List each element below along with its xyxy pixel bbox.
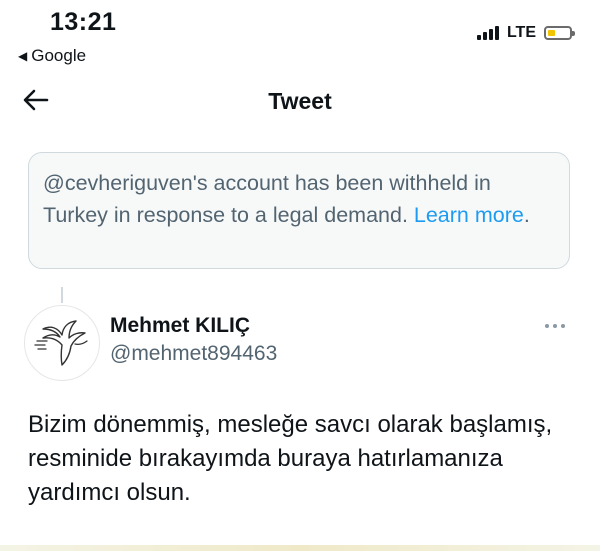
page-header: Tweet xyxy=(0,78,600,126)
back-to-app-button[interactable]: ◀ Google xyxy=(18,46,86,66)
page-title: Tweet xyxy=(268,88,332,114)
learn-more-link[interactable]: Learn more xyxy=(414,203,524,227)
tweet-text: Bizim dönemmiş, mesleğe savcı olarak baş… xyxy=(28,411,553,506)
more-dot xyxy=(545,324,549,328)
status-bar: 13:21 ◀ Google LTE xyxy=(0,0,600,70)
more-dot xyxy=(553,324,557,328)
notice-period: . xyxy=(523,203,530,227)
more-dot xyxy=(561,324,565,328)
withheld-notice: @cevheriguven's account has been withhel… xyxy=(28,152,570,269)
status-time: 13:21 xyxy=(50,8,117,36)
avatar[interactable] xyxy=(24,305,100,381)
back-app-label: Google xyxy=(31,46,87,65)
thread-connector xyxy=(61,287,63,303)
dove-logo-icon xyxy=(34,320,88,366)
next-content-edge xyxy=(0,545,600,551)
more-options-button[interactable] xyxy=(538,316,572,336)
author-name[interactable]: Mehmet KILIÇ xyxy=(110,314,250,338)
status-indicators: LTE xyxy=(476,24,575,42)
signal-icon xyxy=(476,26,499,40)
network-type: LTE xyxy=(506,24,536,41)
battery-icon xyxy=(544,26,575,40)
back-triangle-icon: ◀ xyxy=(18,49,28,63)
author-handle[interactable]: @mehmet894463 xyxy=(110,342,277,366)
